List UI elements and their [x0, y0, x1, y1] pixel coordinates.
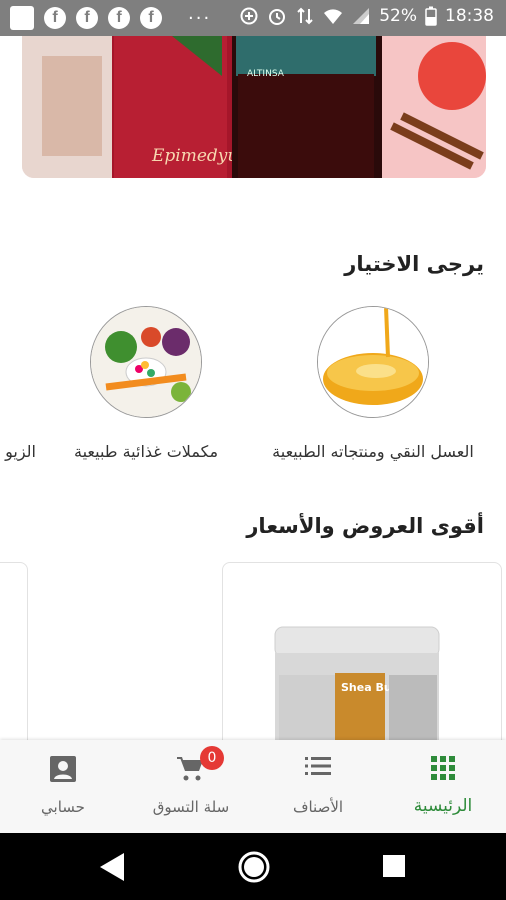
list-icon [305, 757, 331, 775]
battery-icon [425, 6, 437, 26]
promo-banner[interactable]: Epimedyum ALTINSA [22, 36, 486, 178]
nav-cart[interactable]: 0 سلة التسوق [126, 740, 256, 833]
nav-account[interactable]: حسابي [0, 740, 126, 833]
category-label: مكملات غذائية طبيعية [73, 442, 219, 461]
nav-categories-label: الأصناف [292, 798, 344, 816]
product-card[interactable]: Shea Butter [222, 562, 502, 764]
alarm-icon [269, 9, 286, 25]
notification-square-icon [10, 6, 34, 30]
banner-jar-label: ALTINSA [247, 69, 285, 79]
category-label: العسل النقي ومنتجاته الطبيعية [272, 442, 474, 461]
home-icon[interactable] [237, 850, 271, 884]
vegetables-pills-image [90, 306, 202, 418]
wifi-icon [324, 9, 343, 24]
apps-grid-icon [431, 756, 455, 780]
data-saver-icon [240, 7, 258, 25]
facebook-icon: f [108, 7, 130, 29]
cart-count-badge: 0 [200, 746, 224, 770]
category-honey[interactable]: العسل النقي ومنتجاته الطبيعية [258, 306, 488, 461]
notification-icons: f f f f ··· [10, 6, 211, 30]
category-oils[interactable]: الزيو [0, 306, 36, 461]
nav-home[interactable]: الرئيسية [380, 740, 506, 833]
bottom-navigation: الرئيسية الأصناف 0 سلة التسوق حسابي [0, 740, 506, 833]
facebook-icon: f [44, 7, 66, 29]
facebook-icon: f [76, 7, 98, 29]
facebook-icon: f [140, 7, 162, 29]
status-bar: f f f f ··· 52% 18:38 [0, 0, 506, 36]
product-card[interactable] [0, 562, 28, 764]
honey-image [317, 306, 429, 418]
system-navigation-bar [0, 833, 506, 900]
choose-section-title: يرجى الاختيار [344, 252, 484, 276]
back-icon[interactable] [100, 853, 126, 881]
more-notifications-icon: ··· [188, 7, 212, 29]
system-status: 52% 18:38 [239, 6, 494, 26]
category-label: الزيو [5, 442, 36, 461]
offers-section-title: أقوى العروض والأسعار [246, 514, 484, 538]
data-arrows-icon [297, 7, 313, 25]
nav-home-label: الرئيسية [413, 796, 473, 816]
nav-categories[interactable]: الأصناف [255, 740, 381, 833]
battery-percent: 52% [379, 6, 417, 26]
recents-icon[interactable] [383, 855, 405, 877]
signal-icon [353, 8, 370, 24]
nav-account-label: حسابي [41, 798, 85, 816]
category-supplements[interactable]: مكملات غذائية طبيعية [54, 306, 238, 461]
account-icon [50, 756, 76, 782]
banner-image: Epimedyum ALTINSA [22, 36, 486, 178]
product-image: Shea Butter [274, 626, 440, 763]
nav-cart-label: سلة التسوق [152, 798, 230, 816]
clock: 18:38 [445, 6, 494, 26]
